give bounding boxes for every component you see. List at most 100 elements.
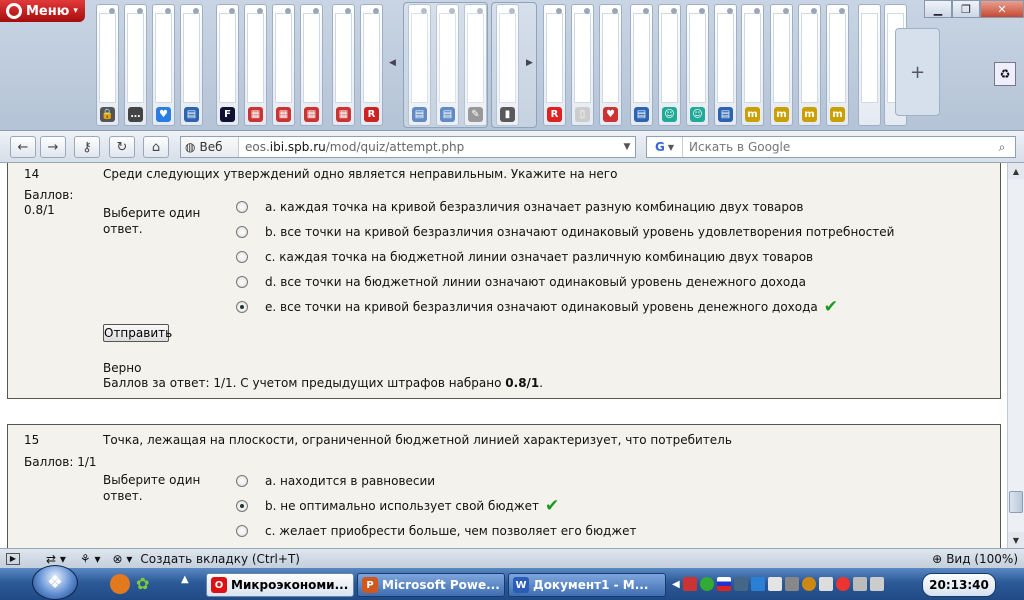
new-tab-link[interactable]: Создать вкладку (Ctrl+T) <box>140 552 300 566</box>
answer-option[interactable]: c. желает приобрести больше, чем позволя… <box>236 522 637 540</box>
language-icon[interactable] <box>716 577 731 591</box>
close-button[interactable]: ✕ <box>980 0 1024 18</box>
close-icon[interactable] <box>727 8 733 14</box>
tab-thumbnail[interactable]: ▦ <box>332 4 355 126</box>
answer-option[interactable]: b. не оптимально использует свой бюджет ✔ <box>236 497 559 515</box>
close-icon[interactable] <box>699 8 705 14</box>
search-icon[interactable]: ⌕ <box>989 140 1015 155</box>
scroll-down-icon[interactable]: ▼ <box>1008 532 1024 548</box>
share-icon[interactable]: ⚘ ▾ <box>80 552 101 566</box>
close-icon[interactable] <box>839 8 845 14</box>
quicklaunch-icon[interactable] <box>110 574 130 594</box>
close-icon[interactable] <box>783 8 789 14</box>
turbo-icon[interactable]: ⊗ ▾ <box>113 552 133 566</box>
trash-icon[interactable]: ♻ <box>994 62 1016 86</box>
minimize-button[interactable]: ▁ <box>924 0 952 18</box>
volume-icon[interactable] <box>869 577 884 591</box>
tab-thumbnail[interactable]: ♥ <box>152 4 175 126</box>
start-button[interactable]: ❖ <box>32 565 78 600</box>
chevron-left-icon[interactable]: ◀ <box>672 579 680 590</box>
zoom-label[interactable]: Вид (100%) <box>946 552 1018 566</box>
wand-button[interactable]: ⚷ <box>74 136 100 158</box>
tab-thumbnail[interactable]: F <box>216 4 239 126</box>
radio-button[interactable] <box>236 301 248 313</box>
chevron-left-icon[interactable]: ◀ <box>389 58 396 68</box>
tab-thumbnail[interactable]: 🔒 <box>96 4 119 126</box>
radio-button[interactable] <box>236 201 248 213</box>
tab-thumbnail[interactable]: ☺ <box>686 4 709 126</box>
close-icon[interactable] <box>109 8 115 14</box>
answer-option[interactable]: a. находится в равновесии <box>236 472 435 490</box>
close-icon[interactable] <box>257 8 263 14</box>
close-icon[interactable] <box>345 8 351 14</box>
taskbar-item[interactable]: P Microsoft Powe... <box>357 573 505 597</box>
taskbar-item[interactable]: O Микроэкономи... <box>206 573 354 597</box>
search-box[interactable]: G ▼ ⌕ <box>646 136 1016 158</box>
close-icon[interactable] <box>584 8 590 14</box>
tray-icon[interactable] <box>699 577 714 591</box>
radio-button[interactable] <box>236 226 248 238</box>
submit-button[interactable]: Отправить <box>103 324 172 342</box>
tab-thumbnail[interactable]: R <box>360 4 383 126</box>
tab-thumbnail[interactable]: ▦ <box>300 4 323 126</box>
radio-button[interactable] <box>236 500 248 512</box>
taskbar-item[interactable]: W Документ1 - M... <box>508 573 666 597</box>
scroll-up-icon[interactable]: ▲ <box>1008 163 1024 179</box>
chevron-up-icon[interactable]: ▲ <box>181 574 189 585</box>
radio-button[interactable] <box>236 251 248 263</box>
search-engine-selector[interactable]: G ▼ <box>647 137 683 157</box>
radio-button[interactable] <box>236 475 248 487</box>
answer-option[interactable]: d. все точки на бюджетной линии означают… <box>236 273 806 291</box>
network-icon[interactable] <box>818 577 833 591</box>
tray-icon[interactable] <box>767 577 782 591</box>
close-icon[interactable] <box>137 8 143 14</box>
chevron-right-icon[interactable]: ▶ <box>526 58 533 68</box>
tray-icon[interactable] <box>835 577 850 591</box>
tab-thumbnail[interactable]: m <box>826 4 849 126</box>
reload-button[interactable]: ↻ <box>109 136 135 158</box>
close-icon[interactable] <box>229 8 235 14</box>
tab-thumbnail[interactable]: m <box>798 4 821 126</box>
tab-thumbnail[interactable]: ▦ <box>244 4 267 126</box>
forward-button[interactable]: → <box>40 136 66 158</box>
tab-thumbnail[interactable]: ▤ <box>630 4 653 126</box>
tray-icon[interactable] <box>733 577 748 591</box>
sync-icon[interactable]: ⇄ ▾ <box>46 552 66 566</box>
clock[interactable]: 20:13:40 <box>922 573 996 597</box>
address-bar[interactable]: ◍ Веб eos.ibi.spb.ru/mod/quiz/attempt.ph… <box>180 136 636 158</box>
close-icon[interactable] <box>754 8 760 14</box>
answer-option[interactable]: b. все точки на кривой безразличия означ… <box>236 223 894 241</box>
close-icon[interactable] <box>373 8 379 14</box>
zoom-icon[interactable]: ⊕ <box>932 552 942 566</box>
panel-toggle-icon[interactable]: ▶ <box>6 552 20 565</box>
web-badge[interactable]: ◍ Веб <box>181 137 239 157</box>
tab-thumbnail[interactable]: ▦ <box>272 4 295 126</box>
answer-option[interactable]: a. каждая точка на кривой безразличия оз… <box>236 198 803 216</box>
chevron-down-icon[interactable]: ▼ <box>619 142 635 152</box>
close-icon[interactable] <box>643 8 649 14</box>
maximize-button[interactable]: ❐ <box>952 0 980 18</box>
tab-thumbnail[interactable]: m <box>741 4 764 126</box>
close-icon[interactable] <box>612 8 618 14</box>
radio-button[interactable] <box>236 525 248 537</box>
tab-thumbnail[interactable]: ▤ <box>180 4 203 126</box>
tab-thumbnail[interactable]: ☺ <box>658 4 681 126</box>
tab-thumbnail[interactable]: m <box>770 4 793 126</box>
close-icon[interactable] <box>811 8 817 14</box>
tray-icon[interactable] <box>784 577 799 591</box>
vertical-scrollbar[interactable]: ▲ ▼ <box>1007 163 1024 548</box>
tray-icon[interactable] <box>852 577 867 591</box>
tray-icon[interactable] <box>682 577 697 591</box>
close-icon[interactable] <box>285 8 291 14</box>
tab-thumbnail[interactable]: ▯ <box>571 4 594 126</box>
answer-option[interactable]: c. каждая точка на бюджетной линии означ… <box>236 248 813 266</box>
scroll-thumb[interactable] <box>1009 491 1023 513</box>
opera-menu-button[interactable]: Меню ▾ <box>0 0 85 22</box>
tab-thumbnail[interactable] <box>858 4 881 126</box>
radio-button[interactable] <box>236 276 248 288</box>
back-button[interactable]: ← <box>10 136 36 158</box>
quicklaunch-icon[interactable]: ✿ <box>136 574 156 594</box>
close-icon[interactable] <box>193 8 199 14</box>
tray-icon[interactable] <box>801 577 816 591</box>
close-icon[interactable] <box>671 8 677 14</box>
